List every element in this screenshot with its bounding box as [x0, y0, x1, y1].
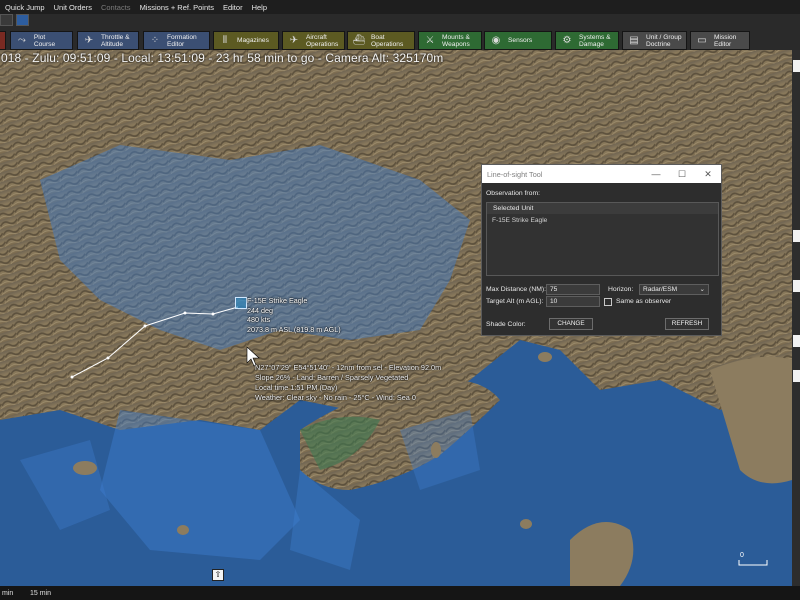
formation-label: Formation Editor [167, 33, 197, 48]
mission-editor-button[interactable]: ▭ Mission Editor [690, 31, 750, 50]
dialog-title: Line-of-sight Tool [487, 169, 543, 179]
unit-altitude: 2073.8 m ASL (819.8 m AGL) [247, 324, 341, 334]
arrow-up-icon: ⇧ [214, 570, 222, 579]
scale-bar: 0 [738, 552, 768, 566]
quick-tools [0, 14, 60, 28]
boat-icon: ⛴ [352, 35, 366, 46]
flag-icon[interactable] [16, 14, 29, 26]
document-icon: ▤ [629, 35, 639, 46]
aircraft-icon: ✈ [289, 35, 299, 46]
formation-icon: ⁘ [150, 35, 160, 46]
list-header-selected-unit[interactable]: Selected Unit [487, 203, 718, 214]
toolbar: ⤳ Plot Course ✈ Throttle & Altitude ⁘ Fo… [0, 14, 800, 50]
mounts-weapons-button[interactable]: ⚔ Mounts & Weapons [418, 31, 482, 50]
same-as-observer-label: Same as observer [616, 298, 672, 305]
refresh-button[interactable]: REFRESH [665, 318, 709, 330]
magazines-button[interactable]: ⦀ Magazines [213, 31, 279, 50]
change-color-button[interactable]: CHANGE [549, 318, 593, 330]
target-alt-label: Target Alt (m AGL): [486, 298, 544, 305]
expand-panel-button[interactable]: ⇧ [212, 569, 224, 581]
cursor-local-time: Local time 1:51 PM (Day) [255, 383, 338, 392]
unit-heading: 244 deg [247, 305, 273, 315]
time-step-minus[interactable]: min [0, 590, 28, 597]
sensors-button[interactable]: ◉ Sensors [484, 31, 552, 50]
menu-contacts[interactable]: Contacts [99, 3, 138, 12]
maximize-icon[interactable]: ☐ [669, 165, 695, 183]
throttle-altitude-button[interactable]: ✈ Throttle & Altitude [77, 31, 139, 50]
shade-color-label: Shade Color: [486, 321, 526, 328]
ammo-icon: ⦀ [222, 35, 228, 46]
window-controls: — ☐ ✕ [643, 165, 721, 183]
side-tab-1[interactable] [793, 60, 800, 72]
magazines-label: Magazines [237, 37, 269, 44]
editor-icon: ▭ [697, 35, 707, 46]
menu-bar: Quick Jump Unit Orders Contacts Missions… [0, 0, 800, 14]
systems-damage-button[interactable]: ⚙ Systems & Damage [555, 31, 619, 50]
app-window: Quick Jump Unit Orders Contacts Missions… [0, 0, 800, 600]
horizon-select[interactable]: Radar/ESM ⌄ [639, 284, 709, 295]
boat-operations-button[interactable]: ⛴ Boat Operations [347, 31, 415, 50]
target-alt-input[interactable]: 10 [546, 296, 600, 307]
max-distance-label: Max Distance (NM): [486, 286, 547, 293]
mission-editor-label: Mission Editor [714, 33, 737, 48]
sensors-label: Sensors [508, 37, 533, 44]
observation-list[interactable]: Selected Unit F-15E Strike Eagle [486, 202, 719, 276]
gear-icon: ⚙ [562, 35, 572, 46]
right-side-panel [792, 50, 800, 586]
line-of-sight-dialog: Line-of-sight Tool — ☐ ✕ Observation fro… [481, 164, 722, 336]
sensor-icon: ◉ [491, 35, 501, 46]
same-as-observer-checkbox[interactable] [604, 298, 612, 306]
throttle-icon: ✈ [84, 35, 94, 46]
side-tab-4[interactable] [793, 335, 800, 347]
status-bar: min 15 min [0, 586, 800, 600]
menu-editor[interactable]: Editor [221, 3, 250, 12]
unit-name: F-15E Strike Eagle [247, 296, 308, 305]
plot-course-button[interactable]: ⤳ Plot Course [10, 31, 73, 50]
minimize-icon[interactable]: — [643, 165, 669, 183]
mounts-label: Mounts & Weapons [442, 33, 470, 48]
close-icon[interactable]: ✕ [695, 165, 721, 183]
side-tab-2[interactable] [793, 230, 800, 242]
aircraft-ops-label: Aircraft Operations [306, 33, 339, 48]
systems-label: Systems & Damage [579, 33, 611, 48]
weapons-icon: ⚔ [425, 35, 435, 46]
list-item[interactable]: F-15E Strike Eagle [487, 214, 718, 224]
doctrine-button[interactable]: ▤ Unit / Group Doctrine [622, 31, 687, 50]
max-distance-input[interactable]: 75 [546, 284, 600, 295]
horizon-label: Horizon: [608, 286, 634, 293]
observation-from-label: Observation from: [486, 190, 541, 197]
side-tab-5[interactable] [793, 370, 800, 382]
boat-ops-label: Boat Operations [371, 33, 404, 48]
scale-label: 0 [740, 552, 744, 559]
doctrine-label: Unit / Group Doctrine [646, 33, 682, 48]
cursor-weather: Weather: Clear sky - No rain - 25°C - Wi… [255, 393, 416, 402]
formation-editor-button[interactable]: ⁘ Formation Editor [143, 31, 210, 50]
route-icon: ⤳ [17, 35, 26, 46]
dialog-title-bar[interactable]: Line-of-sight Tool — ☐ ✕ [482, 165, 721, 183]
chevron-down-icon: ⌄ [699, 286, 705, 293]
menu-missions[interactable]: Missions + Ref. Points [138, 3, 221, 12]
throttle-label: Throttle & Altitude [101, 33, 130, 48]
cursor-coordinates: N27°07'29" E54°51'40" - 12nm from sel - … [255, 363, 442, 372]
aircraft-operations-button[interactable]: ✈ Aircraft Operations [282, 31, 345, 50]
aircraft-unit-icon[interactable] [235, 297, 247, 309]
cursor-terrain: Slope 26% - Land: Barren / Sparsely Vege… [255, 373, 409, 382]
side-tab-3[interactable] [793, 280, 800, 292]
time-step-15min[interactable]: 15 min [28, 590, 51, 597]
stop-button[interactable] [0, 31, 6, 50]
clock-readout: 018 - Zulu: 09:51:09 - Local: 13:51:09 -… [1, 51, 444, 65]
window-icon[interactable] [0, 14, 13, 26]
horizon-value: Radar/ESM [643, 286, 678, 293]
menu-unit-orders[interactable]: Unit Orders [52, 3, 99, 12]
unit-label: F-15E Strike Eagle 244 deg 480 kts 2073.… [247, 296, 341, 334]
plot-course-label: Plot Course [33, 33, 56, 48]
menu-quick-jump[interactable]: Quick Jump [3, 3, 52, 12]
menu-help[interactable]: Help [250, 3, 274, 12]
cursor-info-tooltip: N27°07'29" E54°51'40" - 12nm from sel - … [255, 363, 441, 403]
scale-ruler-icon [738, 560, 768, 566]
unit-speed: 480 kts [247, 315, 271, 325]
